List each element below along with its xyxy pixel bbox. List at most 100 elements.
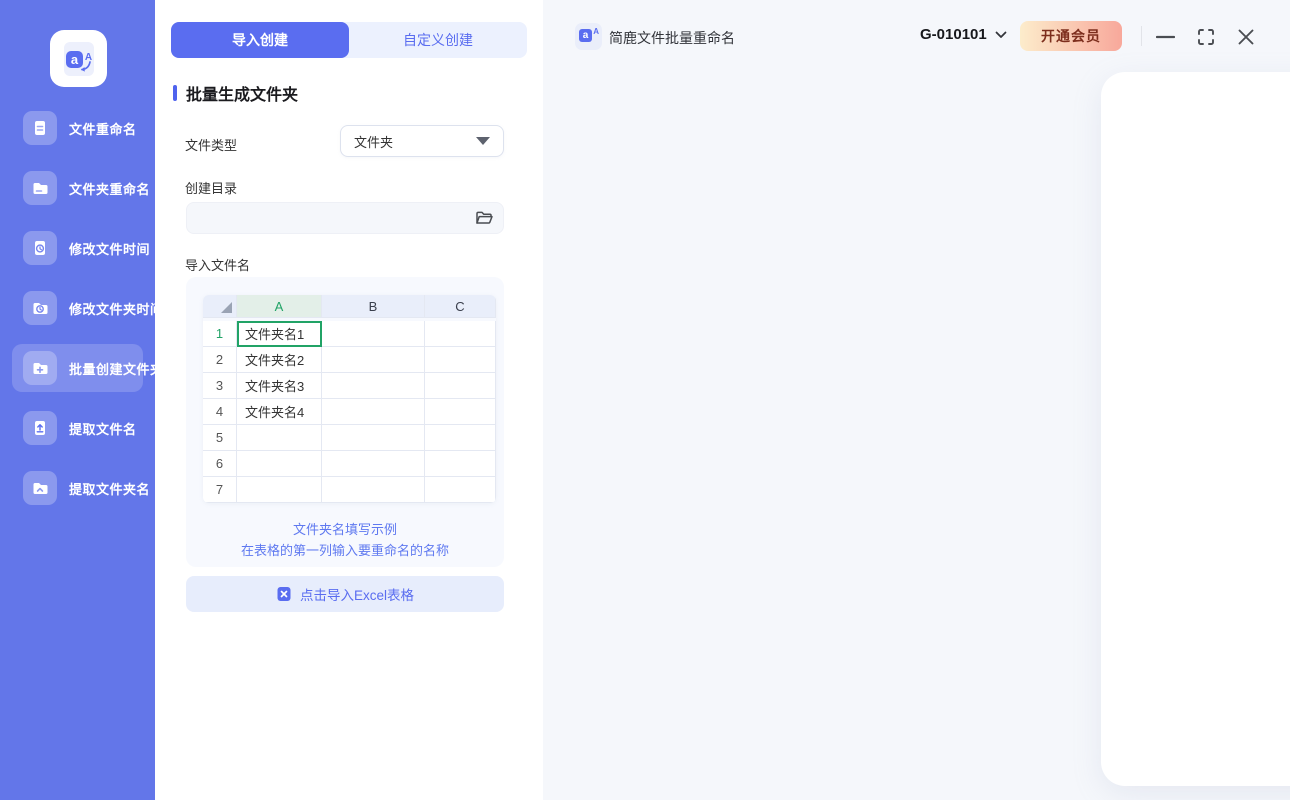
- sheet-cell-a3[interactable]: 文件夹名3: [237, 373, 322, 399]
- sidebar-item-extract-file-names[interactable]: 提取文件名: [12, 404, 143, 452]
- sidebar-item-label: 修改文件夹时间: [69, 301, 164, 317]
- close-button[interactable]: [1236, 27, 1256, 47]
- sheet-corner-cell[interactable]: [203, 295, 237, 318]
- sheet-cell-b6[interactable]: [322, 451, 425, 477]
- create-mode-tabs: 导入创建 自定义创建: [171, 22, 527, 58]
- minimize-icon: [1155, 35, 1175, 39]
- tab-custom-create[interactable]: 自定义创建: [349, 22, 527, 58]
- sheet-cell-a6[interactable]: [237, 451, 322, 477]
- window-title: 简鹿文件批量重命名: [609, 30, 735, 46]
- license-dropdown[interactable]: G-010101: [920, 26, 1007, 43]
- sheet-card: A B C 1 文件夹名1 2 文件夹名2 3 文件夹名3 4 文件夹名4 5: [186, 277, 504, 567]
- minimize-button[interactable]: [1155, 27, 1175, 47]
- file-list-card: 开始生成: [1101, 72, 1290, 786]
- open-vip-label: 开通会员: [1041, 28, 1101, 44]
- sidebar-item-folder-time[interactable]: 修改文件夹时间: [12, 284, 163, 332]
- sheet-cell-c7[interactable]: [425, 477, 496, 503]
- select-all-triangle-icon: [203, 295, 236, 317]
- maximize-icon: [1198, 29, 1214, 45]
- caret-down-icon: [476, 137, 490, 145]
- excel-file-icon: [277, 587, 291, 601]
- file-type-value: 文件夹: [354, 134, 394, 150]
- sidebar-item-extract-folder-names[interactable]: 提取文件夹名: [12, 464, 150, 512]
- sidebar-item-label: 提取文件名: [69, 421, 137, 437]
- sheet-row-number[interactable]: 7: [203, 477, 237, 503]
- sidebar-item-label: 修改文件时间: [69, 241, 151, 257]
- import-names-label: 导入文件名: [185, 258, 251, 273]
- section-title-text: 批量生成文件夹: [186, 87, 299, 104]
- sidebar-item-label: 文件重命名: [69, 121, 137, 137]
- open-vip-button[interactable]: 开通会员: [1020, 21, 1122, 51]
- sheet-row-number[interactable]: 5: [203, 425, 237, 451]
- sheet-cell-b4[interactable]: [322, 399, 425, 425]
- sidebar-item-batch-create-folders[interactable]: 批量创建文件夹: [12, 344, 163, 392]
- sheet-cell-b1[interactable]: [322, 321, 425, 347]
- example-hint: 在表格的第一列输入要重命名的名称: [240, 543, 449, 558]
- file-type-label: 文件类型: [185, 138, 238, 153]
- chevron-down-icon: [995, 31, 1007, 38]
- close-icon: [1238, 29, 1254, 45]
- sidebar-nav: 文件重命名 文件夹重命名 修改文件时间 修改文件夹时间 批量创建文件夹 提取文件…: [0, 104, 163, 524]
- folder-plus-icon: [23, 351, 57, 385]
- sheet-cell-a2[interactable]: 文件夹名2: [237, 347, 322, 373]
- sheet-cell-a1[interactable]: 文件夹名1: [237, 321, 322, 347]
- sidebar-item-label: 文件夹重命名: [69, 181, 151, 197]
- folder-extract-icon: [23, 471, 57, 505]
- sheet-col-header-b[interactable]: B: [322, 295, 425, 318]
- svg-text:A: A: [84, 52, 91, 63]
- sheet-row-number[interactable]: 1: [203, 321, 237, 347]
- titlebar-app-icon: a A: [575, 23, 602, 50]
- create-dir-label: 创建目录: [185, 181, 238, 196]
- sidebar-item-label: 批量创建文件夹: [69, 361, 164, 377]
- file-extract-icon: [23, 411, 57, 445]
- sheet-cell-c3[interactable]: [425, 373, 496, 399]
- document-rename-icon: [23, 111, 57, 145]
- sheet-cell-b3[interactable]: [322, 373, 425, 399]
- sheet-row-number[interactable]: 4: [203, 399, 237, 425]
- sheet-row-number[interactable]: 3: [203, 373, 237, 399]
- sheet-cell-b7[interactable]: [322, 477, 425, 503]
- folder-browse-icon[interactable]: [475, 210, 493, 226]
- logo-A-glyph: A: [593, 27, 599, 36]
- section-accent-bar: [173, 85, 177, 101]
- main-area: a A 简鹿文件批量重命名 G-010101 开通会员 开始生成: [543, 0, 1290, 800]
- license-code: G-010101: [920, 26, 987, 43]
- sheet-cell-c2[interactable]: [425, 347, 496, 373]
- sidebar-item-folder-rename[interactable]: 文件夹重命名: [12, 164, 150, 212]
- empty-state: 暂无文件信息~: [1101, 344, 1290, 503]
- example-link[interactable]: 文件夹名填写示例: [186, 519, 504, 538]
- folder-rename-icon: [23, 171, 57, 205]
- sidebar: a A 文件重命名 文件夹重命名 修改文件时间 修改文件夹时间 批量创建文件夹 …: [0, 0, 163, 800]
- sidebar-item-label: 提取文件夹名: [69, 481, 151, 497]
- sheet-cell-c4[interactable]: [425, 399, 496, 425]
- import-excel-label: 点击导入Excel表格: [299, 588, 414, 603]
- sheet-cell-a5[interactable]: [237, 425, 322, 451]
- file-time-icon: [23, 231, 57, 265]
- sheet-cell-c5[interactable]: [425, 425, 496, 451]
- spreadsheet: A B C 1 文件夹名1 2 文件夹名2 3 文件夹名3 4 文件夹名4 5: [203, 295, 496, 503]
- sidebar-item-file-time[interactable]: 修改文件时间: [12, 224, 150, 272]
- sheet-cell-c1[interactable]: [425, 321, 496, 347]
- app-logo-icon: a A: [63, 41, 94, 76]
- file-type-select[interactable]: 文件夹: [340, 125, 504, 157]
- sheet-cell-c6[interactable]: [425, 451, 496, 477]
- maximize-button[interactable]: [1196, 27, 1216, 47]
- sheet-row-number[interactable]: 2: [203, 347, 237, 373]
- sheet-col-header-a[interactable]: A: [237, 295, 322, 318]
- sheet-row-number[interactable]: 6: [203, 451, 237, 477]
- sheet-cell-b5[interactable]: [322, 425, 425, 451]
- titlebar-app-icon-inner: a A: [579, 27, 599, 46]
- sheet-col-header-c[interactable]: C: [425, 295, 496, 318]
- sidebar-item-file-rename[interactable]: 文件重命名: [12, 104, 143, 152]
- app-logo: a A: [50, 30, 107, 87]
- titlebar-divider: [1141, 26, 1142, 46]
- folder-time-icon: [23, 291, 57, 325]
- logo-a-glyph: a: [579, 29, 592, 42]
- create-dir-input[interactable]: [186, 202, 504, 234]
- sheet-cell-b2[interactable]: [322, 347, 425, 373]
- sheet-cell-a7[interactable]: [237, 477, 322, 503]
- tab-import-create[interactable]: 导入创建: [171, 22, 349, 58]
- sheet-cell-a4[interactable]: 文件夹名4: [237, 399, 322, 425]
- import-excel-button[interactable]: 点击导入Excel表格: [186, 576, 504, 612]
- section-title: 批量生成文件夹: [173, 81, 298, 105]
